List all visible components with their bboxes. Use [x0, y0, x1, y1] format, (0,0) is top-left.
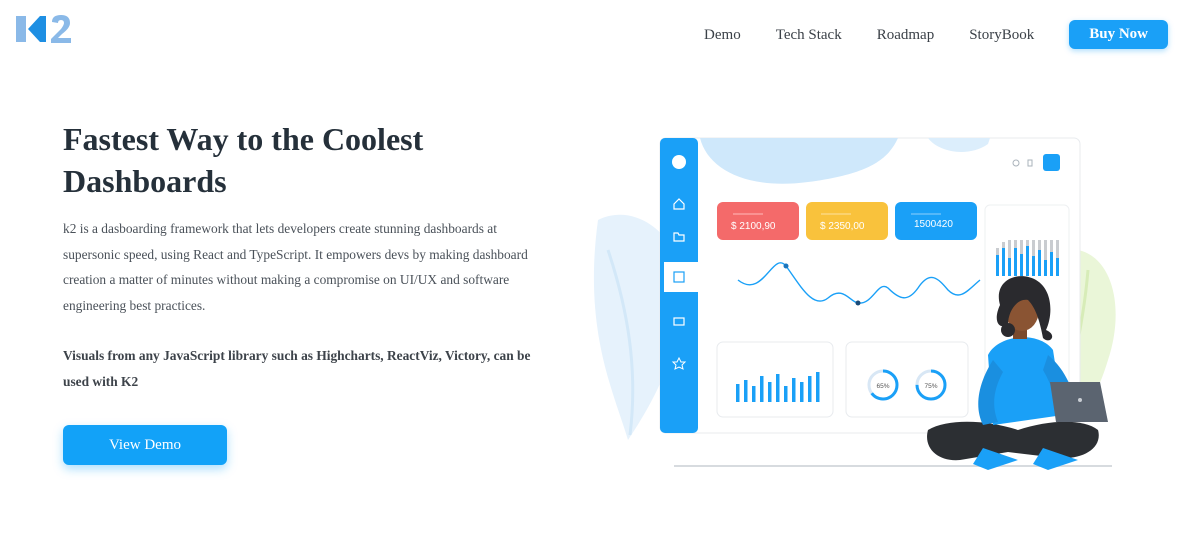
stat-card-red-value: $ 2100,90 — [731, 221, 776, 232]
visuals-note: Visuals from any JavaScript library such… — [63, 348, 531, 389]
top-nav: Demo Tech Stack Roadmap StoryBook Buy No… — [704, 20, 1168, 49]
bar-chart-card — [716, 341, 834, 418]
donut-75-label: 75% — [924, 383, 937, 390]
hero-section: Fastest Way to the Coolest Dashboards k2… — [63, 118, 533, 395]
view-demo-button[interactable]: View Demo — [63, 425, 227, 465]
nav-link-demo[interactable]: Demo — [704, 21, 741, 49]
dashboard-illustration: $ 2100,90 $ 2350,00 1500420 65% 75% — [593, 137, 1116, 470]
stat-card-blue-value: 1500420 — [914, 219, 953, 230]
nav-link-storybook[interactable]: StoryBook — [969, 21, 1034, 49]
nav-link-tech-stack[interactable]: Tech Stack — [776, 21, 842, 49]
stat-card-yellow-value: $ 2350,00 — [820, 221, 865, 232]
donut-card — [845, 341, 969, 418]
buy-now-button[interactable]: Buy Now — [1069, 20, 1168, 49]
profile-square — [1043, 154, 1060, 171]
hero-description: k2 is a dasboarding framework that lets … — [63, 221, 528, 313]
donut-65-label: 65% — [876, 383, 889, 390]
nav-link-roadmap[interactable]: Roadmap — [877, 21, 935, 49]
hero-title: Fastest Way to the Coolest Dashboards — [63, 121, 424, 199]
k2-logo[interactable] — [16, 12, 72, 46]
